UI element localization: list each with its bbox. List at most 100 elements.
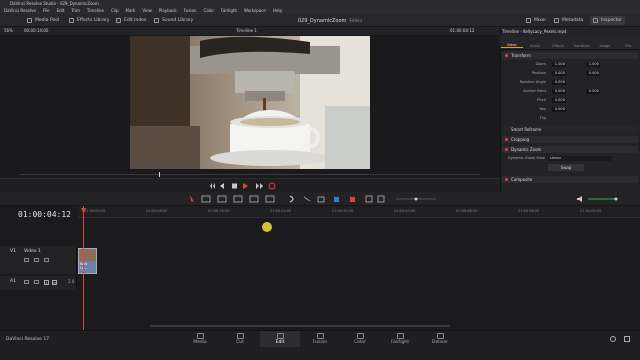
page-fusion[interactable]: Fusion: [300, 331, 340, 347]
page-color[interactable]: Color: [340, 331, 380, 347]
enable-dot[interactable]: [505, 148, 508, 151]
lock-track-icon[interactable]: [24, 258, 29, 262]
y-value-field[interactable]: 0.000: [586, 71, 600, 76]
track-name[interactable]: Video 1: [24, 249, 41, 254]
reverse-icon[interactable]: [220, 183, 224, 189]
mute-button[interactable]: M: [52, 280, 57, 285]
volume-slider[interactable]: [588, 198, 616, 200]
inspector-tab[interactable]: Transition: [571, 44, 593, 48]
auto-select-icon[interactable]: [34, 258, 39, 262]
mixer-button[interactable]: Mixer: [523, 16, 549, 25]
edit-index-button[interactable]: Edit Index: [113, 16, 150, 25]
scrubber-playhead[interactable]: [159, 172, 160, 177]
page-edit[interactable]: Edit: [260, 331, 300, 347]
smart-reframe-section[interactable]: Smart Reframe: [502, 126, 638, 133]
ruler-tick-label: 01:00:16:00: [208, 209, 230, 213]
ruler-tick-label: 01:00:24:00: [270, 209, 292, 213]
x-value-field[interactable]: 0.000: [552, 80, 566, 85]
rewind-icon[interactable]: [210, 183, 215, 189]
media-pool-button[interactable]: Media Pool: [24, 16, 62, 25]
x-value-field[interactable]: 1.000: [552, 62, 566, 67]
zoom-slider-handle[interactable]: [414, 197, 418, 201]
dynamic-zoom-label: Dynamic Zoom: [511, 147, 542, 152]
clip-thumbnail: [79, 249, 96, 261]
trim-tool-icon[interactable]: [201, 195, 211, 203]
media-page-icon: [196, 333, 204, 339]
audio-track-header: A1 S M 2.0: [0, 276, 77, 290]
track-visibility-icon[interactable]: [44, 258, 49, 262]
x-value-field[interactable]: 0.000: [552, 71, 566, 76]
video-clip[interactable]: Kelly La...: [78, 248, 97, 274]
inspector-tab[interactable]: Image: [594, 44, 616, 48]
window-title: DaVinci Resolve Studio - 029_DynamicZoom: [0, 0, 640, 8]
inspector-tab[interactable]: Effects: [547, 44, 569, 48]
home-icon[interactable]: [610, 336, 616, 342]
enable-dot[interactable]: [505, 178, 508, 181]
play-icon[interactable]: [243, 183, 248, 189]
blade-tool-icon[interactable]: [233, 195, 243, 203]
dynamic-trim-icon[interactable]: [217, 195, 227, 203]
zoom-full-icon[interactable]: [365, 195, 373, 203]
cropping-section[interactable]: Cropping: [502, 136, 638, 143]
row-label: Anchor Point: [523, 89, 546, 93]
project-title: 029_DynamicZoom Edited: [270, 14, 390, 27]
dynamic-zoom-section[interactable]: Dynamic Zoom: [502, 146, 638, 153]
row-label: Rotation Angle: [519, 80, 546, 84]
inspector-tab[interactable]: Audio: [524, 44, 546, 48]
deliver-page-icon: [436, 333, 444, 339]
transform-row: Zoom 1.000 1.000: [502, 61, 638, 68]
y-value-field[interactable]: 1.000: [586, 62, 600, 67]
marker-icon[interactable]: [350, 197, 355, 202]
lock-track-icon[interactable]: [24, 280, 29, 284]
volume-handle[interactable]: [614, 197, 618, 201]
page-media[interactable]: Media: [180, 331, 220, 347]
effects-library-button[interactable]: Effects Library: [66, 16, 112, 25]
fast-forward-icon[interactable]: [256, 183, 263, 189]
auto-select-icon[interactable]: [34, 280, 39, 284]
flag-icon[interactable]: [334, 197, 339, 202]
stop-icon[interactable]: [232, 183, 237, 189]
timeline-name[interactable]: Timeline 1: [236, 27, 257, 35]
x-value-field[interactable]: 0.000: [552, 107, 566, 112]
snapping-icon[interactable]: [289, 195, 294, 203]
zoom-level[interactable]: 56%: [4, 27, 13, 35]
inspector-tab[interactable]: File: [617, 44, 639, 48]
speaker-icon[interactable]: [577, 196, 582, 202]
timeline-playhead[interactable]: [83, 206, 84, 330]
loop-icon[interactable]: [268, 182, 276, 190]
timeline-scrollbar[interactable]: [150, 325, 450, 327]
enable-dot[interactable]: [505, 138, 508, 141]
zoom-detail-icon[interactable]: [377, 195, 385, 203]
page-deliver[interactable]: Deliver: [420, 331, 460, 347]
row-label: Zoom: [535, 62, 546, 66]
inspector-tab[interactable]: Video: [500, 43, 523, 48]
transform-row: Yaw 0.000: [502, 106, 638, 113]
lock-icon[interactable]: [317, 196, 325, 203]
x-value-field[interactable]: 0.000: [552, 98, 566, 103]
metadata-button[interactable]: Metadata: [551, 16, 586, 25]
transform-section[interactable]: Transform: [502, 52, 638, 59]
inspector-button[interactable]: Inspector: [590, 16, 625, 25]
scrubber-track[interactable]: [20, 174, 480, 175]
page-fairlight[interactable]: Fairlight: [380, 331, 420, 347]
swap-button[interactable]: Swap: [548, 164, 584, 171]
sound-library-button[interactable]: Sound Library: [151, 16, 196, 25]
y-value-field[interactable]: 0.000: [586, 89, 600, 94]
link-icon[interactable]: [303, 196, 311, 202]
timeline-ruler[interactable]: 01:00:00:00 01:00:08:00 01:00:16:00 01:00:2…: [78, 206, 640, 218]
page-cut[interactable]: Cut: [220, 331, 260, 347]
edit-index-label: Edit Index: [124, 18, 147, 23]
composite-section[interactable]: Composite: [502, 176, 638, 183]
solo-button[interactable]: S: [44, 280, 49, 285]
ruler-tick-label: 01:00:48:00: [456, 209, 478, 213]
dz-ease-select[interactable]: Linear: [548, 156, 612, 161]
metadata-icon: [554, 18, 559, 23]
selection-tool-icon[interactable]: [190, 195, 194, 202]
overwrite-clip-icon[interactable]: [265, 195, 275, 203]
enable-dot[interactable]: [505, 54, 508, 57]
page-label: Color: [354, 340, 366, 345]
insert-clip-icon[interactable]: [249, 195, 259, 203]
x-value-field[interactable]: 0.000: [552, 89, 566, 94]
settings-icon[interactable]: [624, 336, 630, 342]
transform-label: Transform: [511, 53, 531, 58]
